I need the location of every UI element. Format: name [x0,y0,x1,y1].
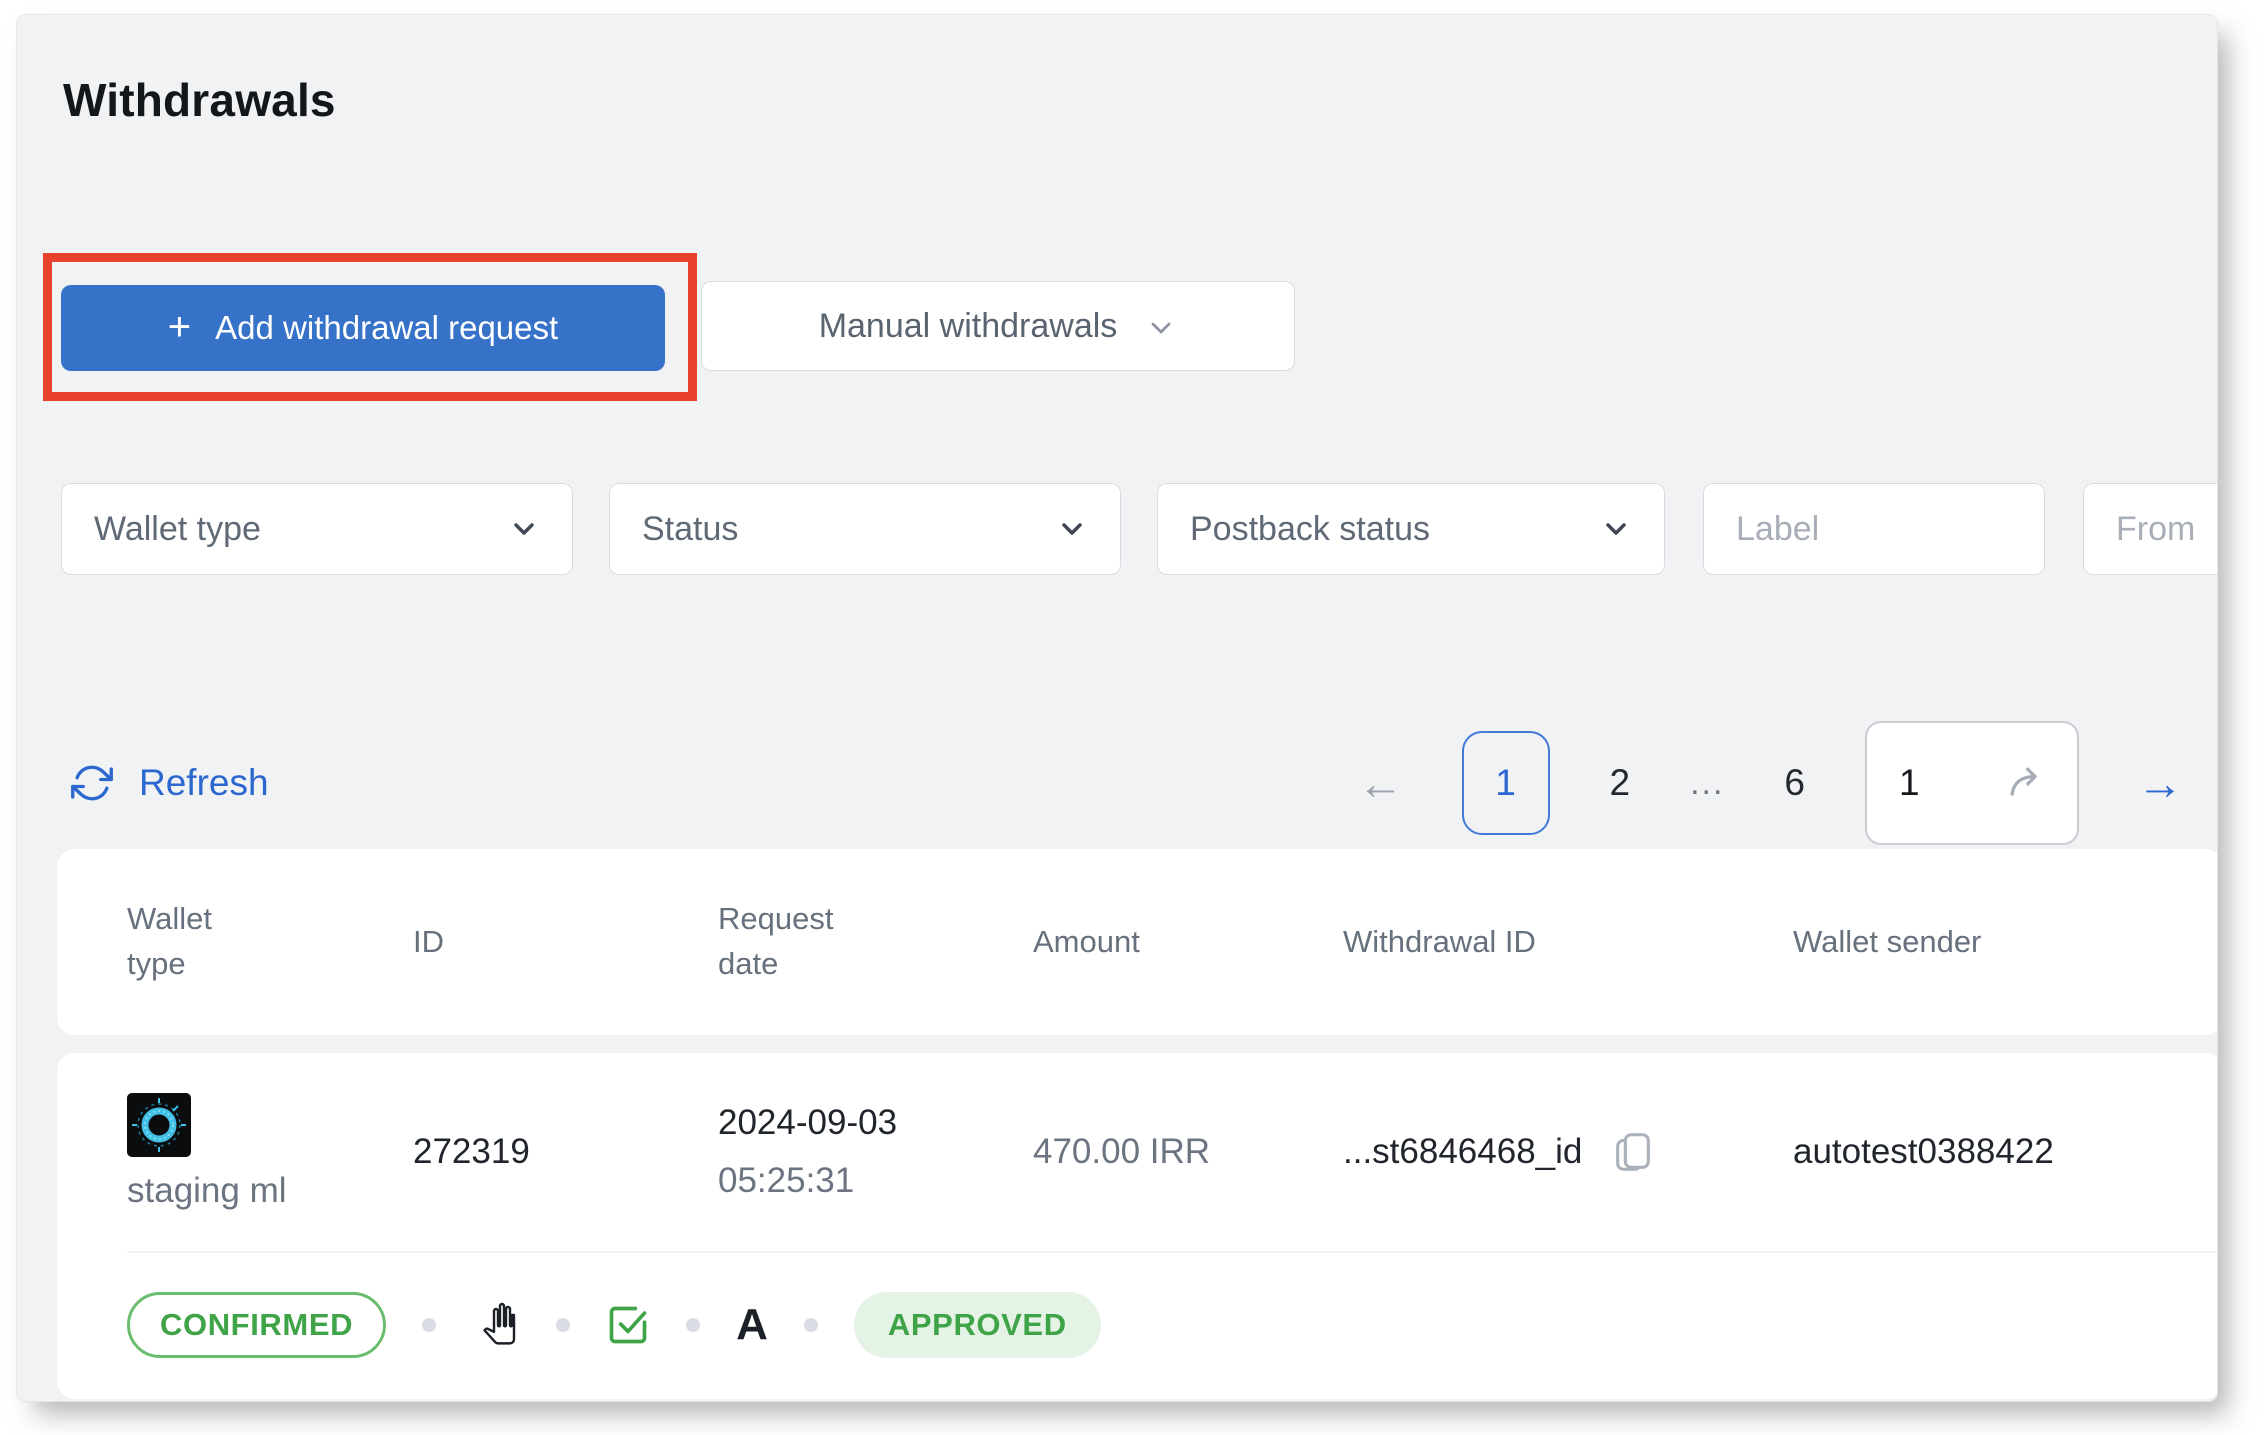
label-filter-input[interactable] [1703,483,2045,575]
wallet-logo-icon [127,1093,191,1157]
page-title: Withdrawals [63,74,336,126]
postback-status-filter[interactable]: Postback status [1157,483,1665,575]
postback-status-badge: APPROVED [853,1292,1101,1358]
status-filter[interactable]: Status [609,483,1121,575]
checkbox-check-icon [609,1306,647,1344]
from-filter-input[interactable] [2083,483,2217,575]
status-badge: CONFIRMED [127,1292,387,1358]
pagination-ellipsis: ... [1690,763,1725,802]
header-withdrawal-id: Withdrawal ID [1343,923,1536,959]
request-date-cell: 2024-09-03 05:25:31 [718,1103,1033,1201]
pagination-prev-button[interactable]: ← [1354,760,1408,806]
copy-icon[interactable] [1610,1129,1656,1175]
wallet-type-filter-label: Wallet type [94,509,261,548]
pagination-jump-input[interactable] [1897,761,1967,805]
request-time: 05:25:31 [718,1161,855,1200]
chevron-down-icon [514,523,534,535]
table-header: Wallet type ID Request date Amount Withd… [57,849,2217,1035]
pagination-page-1-active[interactable]: 1 [1461,731,1550,835]
wallet-type-filter[interactable]: Wallet type [61,483,573,575]
header-request-date: Request date [718,901,834,981]
add-withdrawal-request-button[interactable]: + Add withdrawal request [61,285,665,371]
row-id: 272319 [413,1132,530,1171]
plus-icon: + [167,304,192,349]
pagination-jump-box [1865,721,2079,845]
pagination-page-6[interactable]: 6 [1778,762,1811,804]
chevron-down-icon [1151,322,1171,334]
header-id: ID [413,923,444,959]
withdrawal-mode-value: Manual withdrawals [818,306,1118,345]
chevron-down-icon [1062,523,1082,535]
add-withdrawal-request-label: Add withdrawal request [215,309,559,346]
chevron-down-icon [1606,523,1626,535]
row-amount: 470.00 IRR [1033,1132,1211,1171]
refresh-icon [71,765,113,801]
row-status-badges: CONFIRMED A APPROVED [127,1251,2217,1399]
withdrawal-mode-select[interactable]: Manual withdrawals [701,281,1295,371]
header-wallet-sender: Wallet sender [1793,923,1982,959]
wallet-type-cell: staging ml [127,1093,413,1211]
table-row[interactable]: staging ml 272319 2024-09-03 05:25:31 47… [57,1053,2217,1399]
pagination-page-2[interactable]: 2 [1604,762,1637,804]
hand-icon [483,1302,516,1345]
postback-status-filter-label: Postback status [1190,509,1431,548]
letter-badge: A [736,1300,768,1349]
withdrawals-page: Withdrawals + Add withdrawal request Man… [16,14,2218,1402]
refresh-label: Refresh [139,762,269,803]
withdrawal-id-value: ...st6846468_id [1343,1132,1583,1171]
dot-separator [686,1318,701,1332]
dot-separator [803,1318,818,1332]
row-wallet-sender: autotest0388422 [1793,1132,2054,1171]
wallet-type-label: staging ml [127,1171,287,1210]
header-wallet-type: Wallet type [127,901,212,981]
status-filter-label: Status [642,509,739,548]
withdrawal-id-cell: ...st6846468_id [1343,1129,1793,1175]
pagination-next-button[interactable]: → [2133,760,2187,806]
request-date: 2024-09-03 [718,1103,898,1142]
withdrawals-screen: Withdrawals + Add withdrawal request Man… [0,0,2265,1435]
pagination: ← 1 2 ... 6 → [1354,721,2188,845]
header-amount: Amount [1033,923,1140,959]
dot-separator [556,1318,571,1332]
dot-separator [422,1318,437,1332]
jump-arrow-icon[interactable] [2003,761,2047,805]
refresh-button[interactable]: Refresh [65,737,275,829]
